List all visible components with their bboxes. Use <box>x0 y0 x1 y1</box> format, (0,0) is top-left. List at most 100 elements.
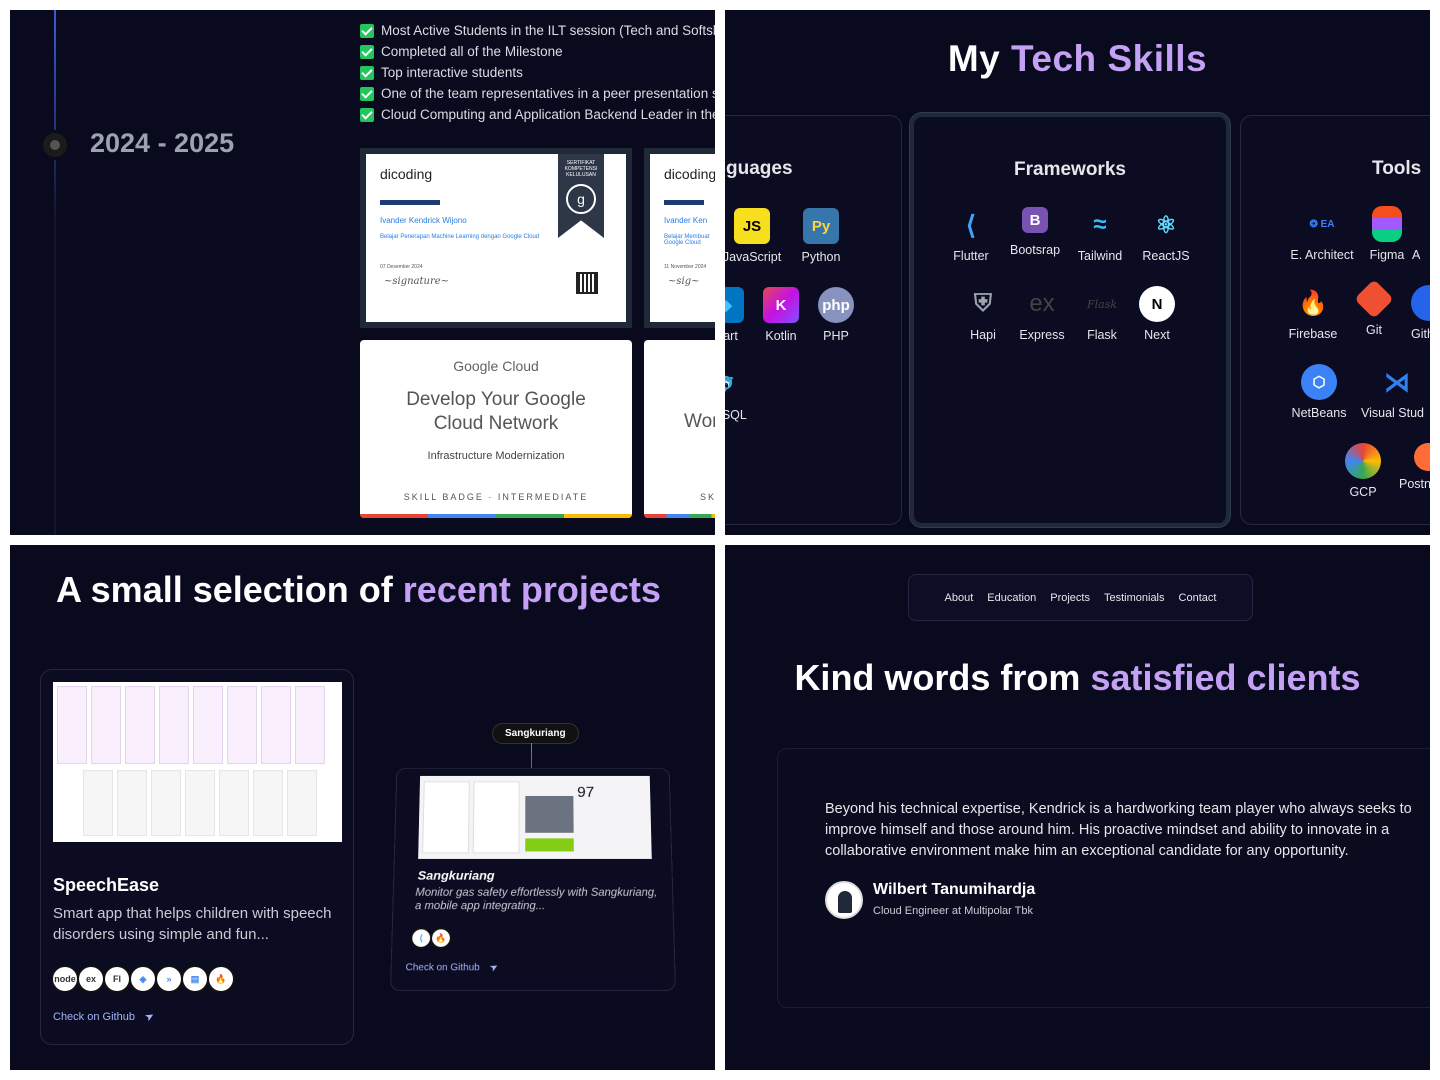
github-link[interactable]: Check on Github ➤ <box>405 961 501 975</box>
nav-about[interactable]: About <box>945 592 974 604</box>
express-icon: ex <box>1029 290 1055 317</box>
dicoding-logo: dicoding <box>380 166 433 182</box>
certificate-recipient: Ivander Kendrick Wijono <box>380 216 467 225</box>
flutter-icon: ⟨ <box>965 209 977 240</box>
skill-next: N Next <box>1121 286 1193 342</box>
testimonial-role: Cloud Engineer at Multipolar Tbk <box>873 905 1033 917</box>
enterprise-architect-icon: ❂ EA <box>1309 218 1335 230</box>
tech-stack: ⟨ 🔥 <box>410 927 453 949</box>
skill-flutter: ⟨ Flutter <box>935 207 1007 264</box>
certificate-date: 07 Desember 2024 <box>380 264 423 270</box>
gas-reading: 97 <box>577 784 595 801</box>
project-card-sangkuriang[interactable]: 97 Sangkuriang Monitor gas safety effort… <box>390 767 676 991</box>
achievement-item: Most Active Students in the ILT session … <box>360 20 715 41</box>
nextjs-icon: N <box>1139 286 1175 322</box>
skill-postman: Postn <box>1399 443 1430 491</box>
achievement-item: Cloud Computing and Application Backend … <box>360 104 715 125</box>
flask-icon: Fl <box>103 965 131 993</box>
testimonial-card: Beyond his technical expertise, Kendrick… <box>777 748 1430 1008</box>
timeline-line <box>54 10 56 535</box>
firebase-icon: 🔥 <box>207 965 235 993</box>
a-icon <box>1412 206 1422 242</box>
nav-education[interactable]: Education <box>987 592 1036 604</box>
tech-skills-panel: My Tech Skills guages JS JavaScript Py Pyt… <box>725 10 1430 535</box>
timeline-dot <box>40 130 70 160</box>
testimonial-quote: Beyond his technical expertise, Kendrick… <box>825 801 1412 859</box>
badge-title: Develop Your Google Cloud Network <box>406 389 586 434</box>
testimonials-panel: About Education Projects Testimonials Co… <box>725 545 1430 1070</box>
project-name: SpeechEase <box>53 875 160 895</box>
avatar <box>825 881 863 919</box>
dicoding-logo: dicoding <box>664 166 715 182</box>
card-title: Frameworks <box>1014 159 1126 180</box>
project-card-speechease[interactable]: SpeechEase Smart app that helps children… <box>40 669 354 1045</box>
skill-tailwind: ≈ Tailwind <box>1064 207 1136 263</box>
check-icon <box>360 65 374 80</box>
javascript-icon: JS <box>734 208 770 244</box>
project-screenshot <box>53 682 342 842</box>
skill-reactjs: ⚛ ReactJS <box>1130 207 1202 264</box>
check-icon <box>360 44 374 59</box>
github-link[interactable]: Check on Github ➤ <box>53 1009 157 1024</box>
skill-netbeans: ⬡ NetBeans <box>1283 364 1355 420</box>
frameworks-card[interactable]: Frameworks ⟨ Flutter B Bootsrap ≈ Tailwind … <box>910 113 1230 527</box>
section-title: A small selection of recent projects <box>56 569 661 610</box>
nav-projects[interactable]: Projects <box>1050 592 1090 604</box>
project-name: Sangkuriang <box>417 868 495 883</box>
php-icon: php <box>818 287 854 323</box>
skill-a: A <box>1412 206 1430 262</box>
cloud-run-icon: » <box>155 965 183 993</box>
section-title: My Tech Skills <box>947 38 1208 79</box>
google-cloud-logo: Google Cloud <box>453 358 539 374</box>
skill-php: php PHP <box>800 287 872 343</box>
skill-visual-studio: ⋊ Visual Stud <box>1361 364 1430 421</box>
skill-github: Gith <box>1411 285 1430 341</box>
badge-kind: SK <box>700 492 715 502</box>
skill-python: Py Python <box>785 208 857 264</box>
projects-panel: A small selection of recent projects Spe… <box>10 545 715 1070</box>
education-timeline-panel: 2024 - 2025 Most Active Students in the … <box>10 10 715 535</box>
qr-code-icon <box>576 272 598 294</box>
send-arrow-icon: ➤ <box>487 961 501 975</box>
certificate-course: Belajar Penerapan Machine Learning denga… <box>380 234 540 240</box>
certificate-card[interactable]: dicoding Ivander Ken Belajar Membuat Goo… <box>644 148 715 328</box>
certificate-recipient: Ivander Ken <box>664 216 708 225</box>
firebase-icon: 🔥 <box>1298 289 1328 317</box>
project-screenshot: 97 <box>418 775 652 859</box>
flutter-icon: ⟨ <box>410 927 433 949</box>
badge-kind: SKILL BADGE · INTERMEDIATE <box>403 492 589 502</box>
tools-card[interactable]: Tools ❂ EA E. Architect Figma A 🔥 Firebase… <box>1240 115 1430 525</box>
tailwind-icon: ≈ <box>1093 211 1107 238</box>
hapi-icon: ⛨ <box>974 290 992 317</box>
certificate-ribbon: SERTIFIKAT KOMPETENSI KELULUSAN g <box>558 154 604 238</box>
netbeans-icon: ⬡ <box>1301 364 1337 400</box>
visual-studio-icon: ⋊ <box>1384 366 1410 397</box>
certificate-course: Belajar Membuat Google Cloud <box>664 234 710 246</box>
kotlin-icon: K <box>763 287 799 323</box>
top-navigation: About Education Projects Testimonials Co… <box>908 574 1253 621</box>
badge-subtitle: Infrastructure Modernization <box>427 450 565 462</box>
dart-icon: ◆ <box>725 287 744 323</box>
card-title: guages <box>726 158 793 179</box>
nav-contact[interactable]: Contact <box>1179 592 1217 604</box>
signature-image: ~sig~ <box>668 276 700 287</box>
skill-badge-card[interactable]: Wor SK <box>644 340 715 518</box>
skill-badge-card[interactable]: Google Cloud Develop Your Google Cloud N… <box>360 340 632 518</box>
skill-git: Git <box>1338 279 1410 337</box>
certificate-date: 11 November 2024 <box>664 264 707 270</box>
gcp-icon <box>1345 443 1381 479</box>
certificate-card[interactable]: dicoding Ivander Kendrick Wijono Belajar… <box>360 148 632 328</box>
skill-mysql: 🐬MySQL <box>725 366 762 422</box>
git-icon <box>1354 279 1394 319</box>
project-tooltip: Sangkuriang <box>492 723 579 744</box>
python-icon: Py <box>803 208 839 244</box>
section-title: Kind words from satisfied clients <box>794 657 1361 698</box>
check-icon <box>360 86 374 101</box>
check-icon <box>360 23 374 38</box>
languages-card[interactable]: guages JSJavaScript PyPython ◆Dart KKotl… <box>725 115 902 525</box>
badge-title: Wor <box>684 411 715 432</box>
github-icon <box>1411 285 1430 321</box>
achievement-list: Most Active Students in the ILT session … <box>360 20 715 125</box>
express-icon: ex <box>77 965 105 993</box>
nav-testimonials[interactable]: Testimonials <box>1104 592 1165 604</box>
